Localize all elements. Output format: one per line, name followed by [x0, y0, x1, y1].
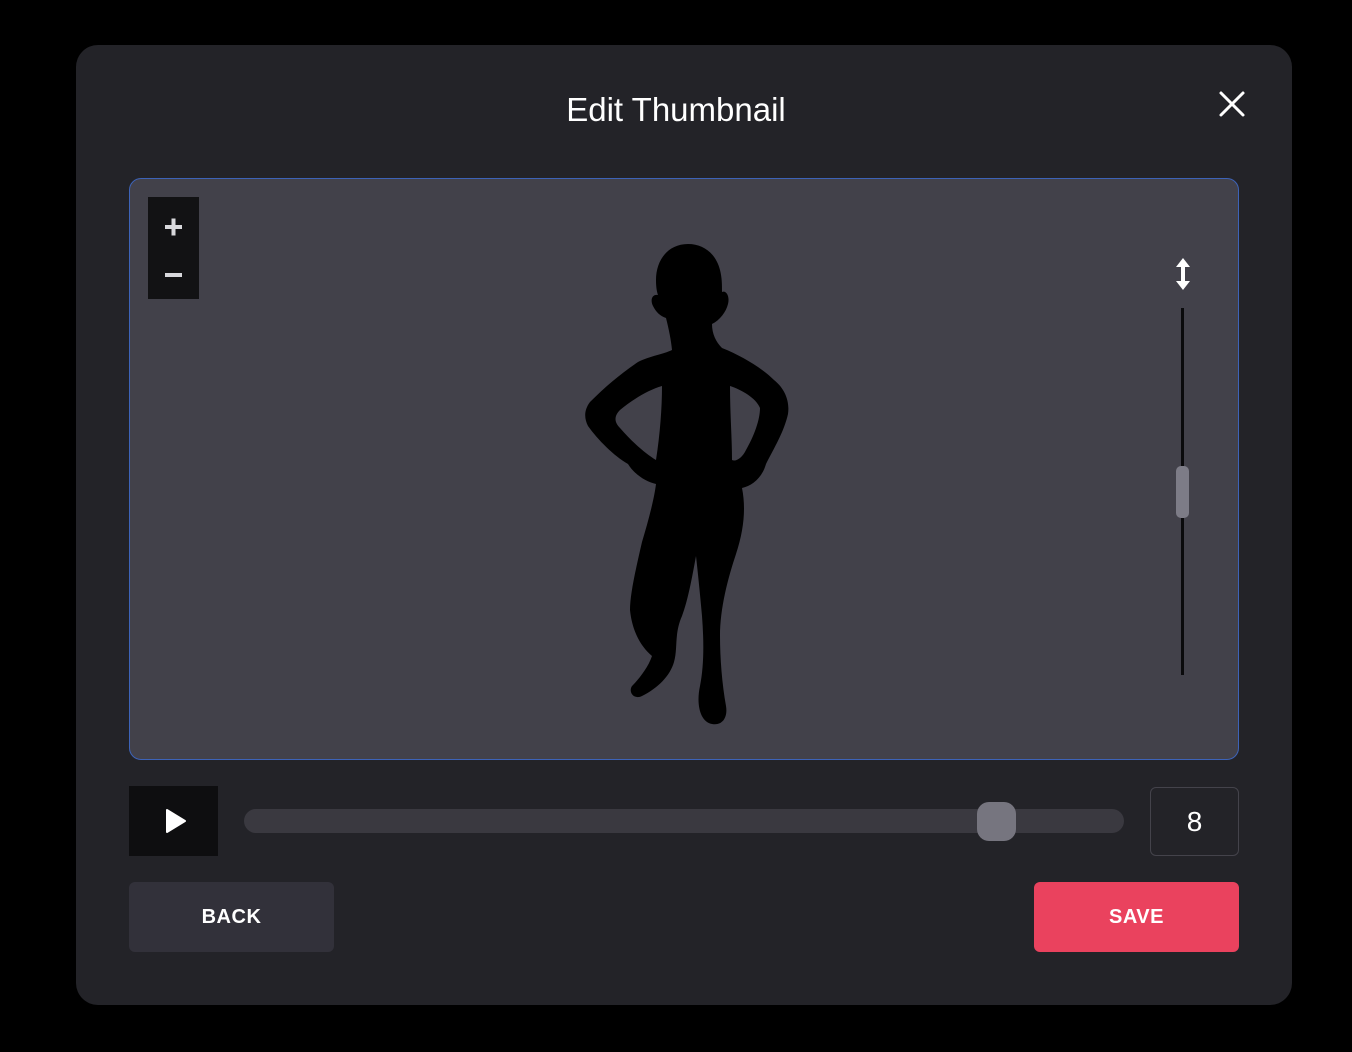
play-button[interactable]	[129, 786, 218, 856]
play-icon	[166, 809, 186, 833]
minus-icon	[165, 273, 182, 277]
zoom-out-button[interactable]	[148, 248, 199, 299]
close-icon	[1219, 91, 1245, 117]
height-control-button[interactable]	[1170, 256, 1196, 292]
plus-icon	[165, 218, 182, 236]
vertical-resize-arrows-icon	[1176, 258, 1190, 290]
save-button[interactable]: SAVE	[1034, 882, 1239, 952]
zoom-in-button[interactable]	[148, 197, 199, 248]
timeline-slider-thumb[interactable]	[977, 802, 1016, 841]
back-button[interactable]: BACK	[129, 882, 334, 952]
frame-number-input[interactable]: 8	[1150, 787, 1239, 856]
dialog-title: Edit Thumbnail	[566, 91, 786, 128]
height-slider-thumb[interactable]	[1176, 466, 1189, 518]
close-button[interactable]	[1212, 84, 1252, 124]
avatar-silhouette	[585, 244, 789, 725]
zoom-controls	[148, 197, 199, 299]
